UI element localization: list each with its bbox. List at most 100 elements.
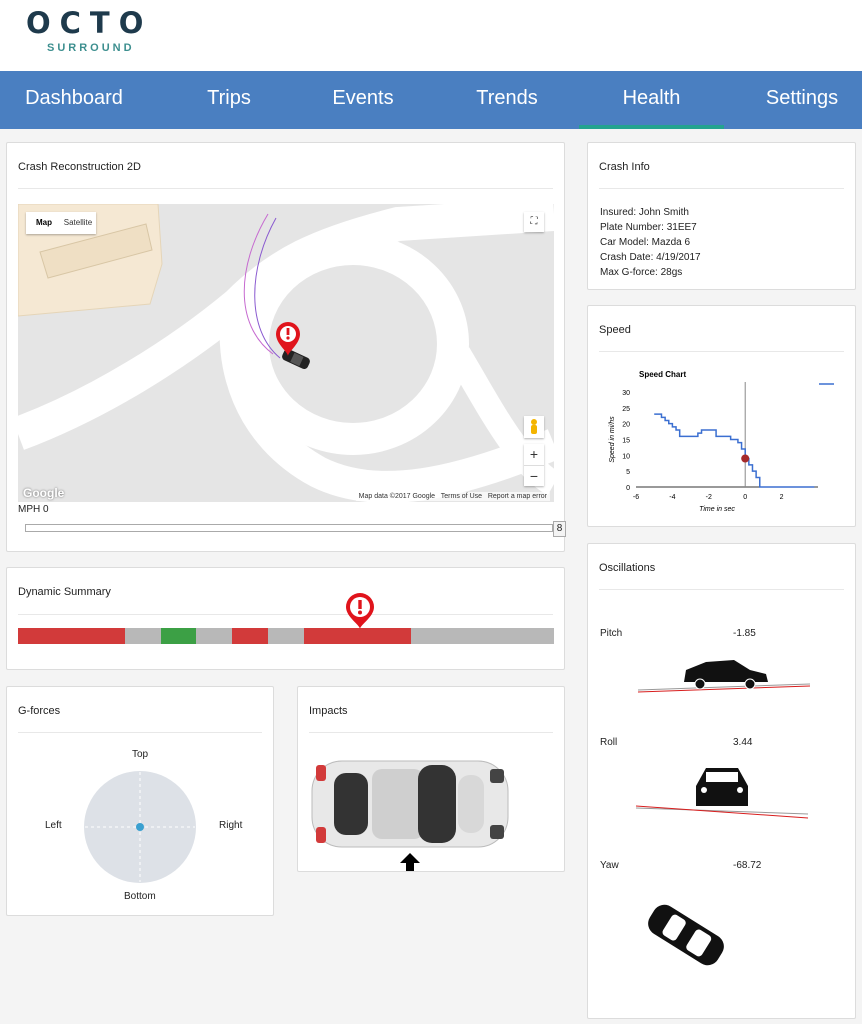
nav-item-events[interactable]: Events [304, 71, 422, 129]
y-tick-label: 0 [626, 485, 630, 492]
car-model-line: Car Model: Mazda 6 [600, 237, 691, 248]
timeline-slider[interactable] [25, 524, 553, 532]
nav-item-settings[interactable]: Settings [742, 71, 862, 129]
dynamic-summary-bar[interactable] [18, 628, 554, 644]
summary-segment [125, 628, 161, 644]
roll-car-front-icon [635, 768, 809, 819]
y-tick-label: 15 [622, 438, 630, 445]
map-type-toggle: Map Satellite [26, 212, 96, 234]
x-axis-label: Time in sec [699, 506, 735, 513]
summary-segment [196, 628, 233, 644]
roll-label: Roll [600, 737, 618, 748]
summary-segment [303, 628, 411, 644]
card-title: G-forces [18, 705, 61, 717]
nav-item-trends[interactable]: Trends [447, 71, 567, 129]
summary-segment [410, 628, 554, 644]
divider [18, 732, 262, 733]
speed-chart: Speed Chart 0 5 10 15 20 25 30 -6 -4 -2 0 2 Time in s… [609, 370, 834, 513]
max-gforce-line: Max G-force: 28gs [600, 267, 683, 278]
crash-reconstruction-card: Crash Reconstruction 2D MapSatellite ⛶ [6, 142, 566, 552]
zoom-in-button[interactable]: + [524, 444, 544, 465]
divider [309, 732, 553, 733]
y-axis-label: Speed in mi/hs [609, 416, 616, 463]
satellite-tab[interactable]: Satellite [61, 212, 95, 234]
report-map-error-link[interactable]: Report a map error [488, 493, 547, 500]
y-tick-label: 5 [626, 469, 630, 476]
gforces-card: G-forces Top Left Right Bottom [6, 686, 274, 916]
card-title: Dynamic Summary [18, 586, 111, 598]
summary-segment [160, 628, 197, 644]
speed-card: Speed Speed Chart 0 5 10 15 20 25 30 -6 -4 -2 0 2 Tim… [587, 305, 856, 527]
map-tab[interactable]: Map [27, 212, 61, 234]
roll-value: 3.44 [733, 737, 753, 748]
map-data-attribution: Map data ©2017 Google [358, 493, 436, 500]
chart-title: Speed Chart [639, 370, 686, 379]
gforce-right-label: Right [219, 820, 243, 831]
plate-number-line: Plate Number: 31EE7 [600, 222, 697, 233]
pitch-value: -1.85 [733, 628, 756, 639]
pitch-label: Pitch [600, 628, 623, 639]
divider [18, 188, 553, 189]
logo-subtitle: SURROUND [47, 42, 135, 54]
map-canvas [18, 204, 554, 502]
nav-item-health[interactable]: Health [579, 71, 724, 129]
gforce-top-label: Top [132, 749, 149, 760]
y-tick-label: 20 [622, 422, 630, 429]
impact-arrow-icon [400, 853, 420, 871]
yaw-car-top-icon [648, 904, 724, 966]
x-tick-label: -6 [633, 494, 639, 501]
gforce-left-label: Left [45, 820, 62, 831]
card-title: Speed [599, 324, 631, 336]
gforce-bottom-label: Bottom [124, 891, 156, 902]
zoom-control: + − [524, 444, 544, 486]
terms-of-use-link[interactable]: Terms of Use [441, 493, 482, 500]
divider [599, 351, 844, 352]
impacts-card: Impacts [297, 686, 565, 872]
header: OCTO SURROUND [0, 0, 862, 71]
nav-item-dashboard[interactable]: Dashboard [0, 71, 148, 129]
pitch-car-side-icon [637, 660, 811, 693]
card-title: Impacts [309, 705, 348, 717]
summary-segment [268, 628, 304, 644]
current-speed-marker [741, 454, 750, 463]
y-tick-label: 10 [622, 453, 630, 460]
speed-series-line [654, 413, 815, 488]
card-title: Crash Reconstruction 2D [18, 161, 141, 173]
map-attribution: Map data ©2017 Google Terms of Use Repor… [355, 492, 550, 501]
zoom-out-button[interactable]: − [524, 465, 544, 486]
card-title: Crash Info [599, 161, 650, 173]
google-logo: Google [23, 486, 65, 500]
street-view-pegman-icon[interactable] [524, 416, 544, 438]
oscillations-card: Oscillations Pitch -1.85 Roll 3.44 Yaw -… [587, 543, 856, 1019]
crash-map[interactable]: Map Satellite ⛶ + − Google Map data ©2017… [18, 204, 554, 502]
main-navbar: Dashboard Trips Events Trends Health Set… [0, 71, 862, 129]
x-tick-label: 2 [780, 494, 784, 501]
fullscreen-icon[interactable]: ⛶ [524, 212, 544, 232]
yaw-value: -68.72 [733, 860, 762, 871]
slider-max-value: 8 [553, 521, 566, 537]
x-tick-label: -4 [669, 494, 675, 501]
summary-segment [18, 628, 126, 644]
crash-date-line: Crash Date: 4/19/2017 [600, 252, 701, 263]
y-tick-label: 30 [622, 390, 630, 397]
summary-segment [232, 628, 269, 644]
alert-marker-icon[interactable] [345, 592, 375, 630]
divider [18, 614, 553, 615]
divider [599, 589, 844, 590]
divider [599, 188, 844, 189]
gforce-point [136, 823, 144, 831]
insured-line: Insured: John Smith [600, 207, 689, 218]
crash-info-card: Crash Info Insured: John Smith Plate Num… [587, 142, 856, 290]
yaw-label: Yaw [600, 860, 619, 871]
y-tick-label: 25 [622, 406, 630, 413]
speed-readout: MPH 0 [18, 504, 49, 515]
gforce-circle [84, 771, 196, 883]
x-tick-label: -2 [706, 494, 712, 501]
x-tick-label: 0 [743, 494, 747, 501]
logo[interactable]: OCTO [26, 6, 152, 40]
dynamic-summary-card: Dynamic Summary [6, 567, 565, 670]
car-top-view-icon [311, 760, 509, 871]
nav-item-trips[interactable]: Trips [170, 71, 288, 129]
crash-info-list: Insured: John Smith Plate Number: 31EE7 … [600, 205, 701, 280]
card-title: Oscillations [599, 562, 656, 574]
